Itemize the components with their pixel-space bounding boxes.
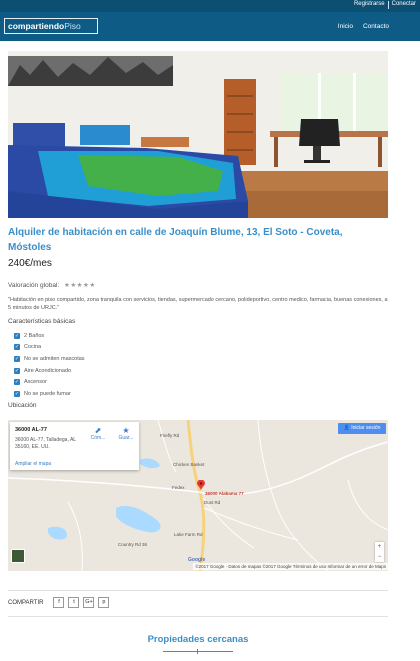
save-label: Guar... — [118, 435, 134, 441]
checkbox-icon: ✓ — [14, 390, 20, 397]
checkbox-icon: ✓ — [14, 344, 20, 351]
top-utility-bar: Registrarse Conectar — [0, 0, 420, 12]
sign-in-label: Iniciar sesión — [351, 425, 381, 431]
feature-label: No se puede fumar — [24, 390, 71, 397]
rating-stars: ★★★★★ — [64, 282, 96, 289]
map-label: Dust Rd — [204, 500, 221, 505]
map-zoom-control: + − — [375, 542, 384, 562]
room-photo — [8, 51, 388, 218]
divider — [8, 616, 388, 617]
map-pin-icon[interactable] — [197, 480, 205, 490]
checkbox-icon: ✓ — [14, 332, 20, 339]
save-button[interactable]: ★ Guar... — [116, 426, 136, 441]
map-place-name: 36000 AL-77 — [15, 427, 47, 433]
feature-label: Ascensor — [24, 379, 47, 386]
room-photo-illustration — [8, 51, 388, 218]
feature-label: 2 Baños — [24, 332, 45, 339]
feature-item: ✓ Cocina — [14, 342, 85, 354]
directions-label: Cóm... — [90, 435, 106, 441]
twitter-share-button[interactable]: t — [68, 597, 80, 608]
zoom-in-button[interactable]: + — [375, 542, 384, 552]
feature-label: Cocina — [24, 344, 42, 351]
logo-text-light: Piso — [64, 21, 81, 31]
map-label: Firefly Rd — [160, 433, 180, 438]
feature-item: ✓ Ascensor — [14, 376, 85, 388]
location-heading: Ubicación — [8, 402, 37, 409]
location-map[interactable]: 36000 AL-77 36000 AL-77, Talladega, AL 3… — [8, 420, 388, 571]
facebook-share-button[interactable]: f — [53, 597, 65, 608]
listing-title: Alquiler de habitación en calle de Joaqu… — [8, 227, 343, 253]
heading-underline — [163, 651, 233, 652]
share-bar: COMPARTIR f t G+ p — [8, 597, 110, 608]
zoom-out-button[interactable]: − — [375, 552, 384, 562]
features-heading: Características básicas — [8, 318, 76, 325]
site-logo[interactable]: compartiendoPiso — [4, 18, 98, 34]
rating-label: Valoración global: — [8, 282, 60, 289]
nav-home-link[interactable]: Inicio — [338, 23, 353, 30]
map-pin-label: 36000 Alabama 77 — [205, 491, 244, 496]
map-label: Fedex — [172, 485, 185, 490]
checkbox-icon: ✓ — [14, 379, 20, 386]
nav-contact-link[interactable]: Contacto — [363, 23, 389, 30]
satellite-toggle[interactable] — [11, 549, 25, 563]
google-plus-share-button[interactable]: G+ — [83, 597, 95, 608]
feature-item: ✓ No se admiten mascotas — [14, 353, 85, 365]
user-icon: 👤 — [343, 425, 350, 431]
main-nav: Inicio Contacto — [338, 23, 389, 30]
map-label: Chicken Basket — [173, 462, 205, 467]
listing-price: 240€/mes — [8, 258, 52, 269]
map-label: Country Rd 36 — [118, 542, 148, 547]
map-place-address: 36000 AL-77, Talladega, AL 35160, EE. UU… — [15, 437, 76, 450]
checkbox-icon: ✓ — [14, 355, 20, 362]
map-label: Lake Farm Rd — [174, 532, 203, 537]
feature-label: No se admiten mascotas — [24, 355, 85, 362]
map-attribution: ©2017 Google · Datos de mapas ©2017 Goog… — [193, 563, 388, 570]
register-link[interactable]: Registrarse — [354, 1, 385, 9]
nearby-properties-heading: Propiedades cercanas — [147, 634, 249, 645]
map-info-card: 36000 AL-77 36000 AL-77, Talladega, AL 3… — [10, 422, 139, 470]
feature-item: ✓ No se puede fumar — [14, 388, 85, 400]
link-separator — [387, 1, 389, 9]
feature-item: ✓ 2 Baños — [14, 330, 85, 342]
heading-underline-marker — [197, 649, 198, 654]
directions-icon: ⬈ — [94, 426, 102, 435]
map-sign-in-button[interactable]: 👤 Iniciar sesión — [338, 423, 386, 434]
account-links: Registrarse Conectar — [354, 1, 416, 9]
site-header: compartiendoPiso Inicio Contacto — [0, 12, 420, 41]
logo-text-bold: compartiendo — [8, 21, 65, 31]
pinterest-share-button[interactable]: p — [98, 597, 110, 608]
enlarge-map-link[interactable]: Ampliar el mapa — [15, 461, 51, 467]
features-list: ✓ 2 Baños ✓ Cocina ✓ No se admiten mascotas… — [14, 330, 85, 400]
divider — [8, 590, 388, 591]
listing-description: "Habitación en piso compartido, zona tra… — [8, 297, 388, 311]
feature-label: Aire Acondicionado — [24, 367, 72, 374]
rating-row: Valoración global: ★★★★★ — [8, 281, 96, 289]
login-link[interactable]: Conectar — [392, 1, 416, 9]
star-icon: ★ — [122, 426, 130, 435]
directions-button[interactable]: ⬈ Cóm... — [90, 426, 106, 441]
share-label: COMPARTIR — [8, 599, 44, 606]
checkbox-icon: ✓ — [14, 367, 20, 374]
feature-item: ✓ Aire Acondicionado — [14, 365, 85, 377]
